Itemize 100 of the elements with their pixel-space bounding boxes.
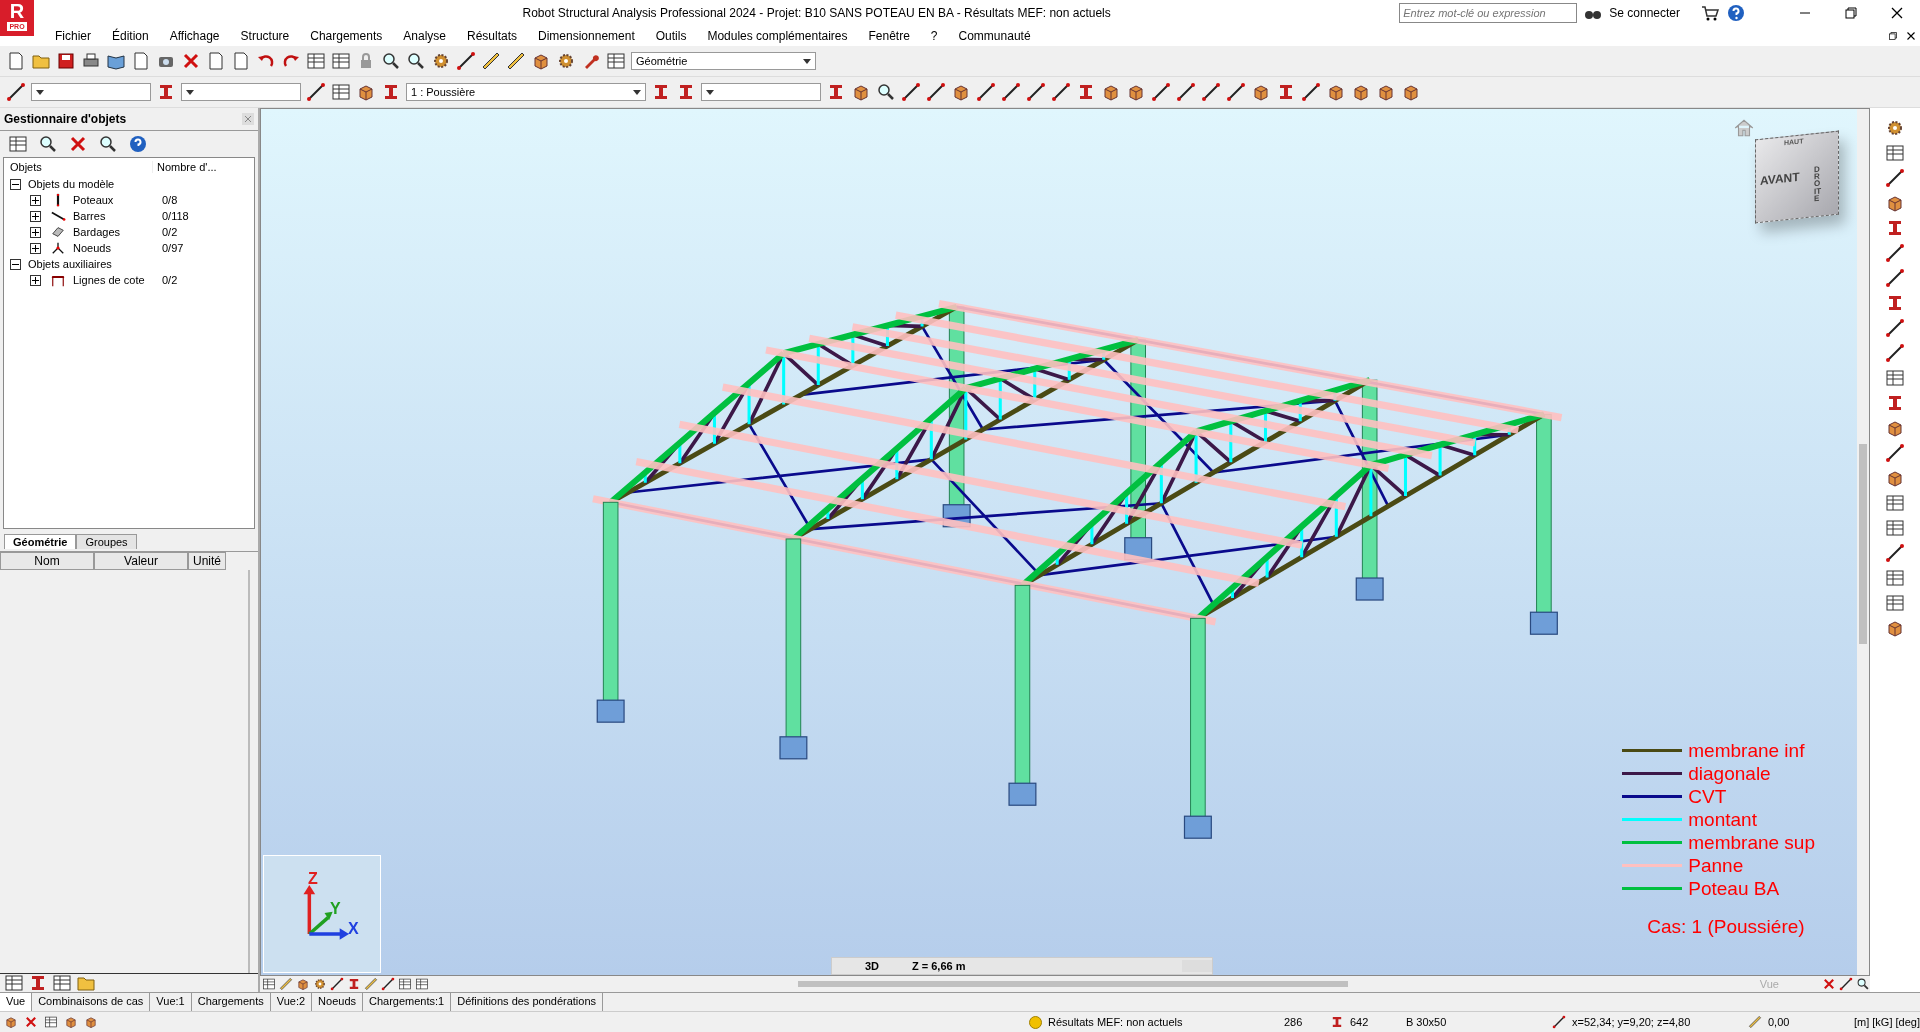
line-icon[interactable]	[456, 51, 476, 71]
tree-item[interactable]: Lignes de cote	[73, 274, 157, 286]
line-icon[interactable]	[976, 82, 996, 102]
ruler-icon[interactable]	[506, 51, 526, 71]
table-icon[interactable]	[1885, 143, 1905, 163]
cart-icon[interactable]	[1700, 3, 1720, 23]
line-icon[interactable]	[1885, 543, 1905, 563]
beam-icon[interactable]	[347, 977, 361, 991]
expand-icon[interactable]	[30, 274, 41, 286]
table-icon[interactable]	[606, 51, 626, 71]
help-icon[interactable]	[128, 134, 148, 154]
ruler-icon[interactable]	[481, 51, 501, 71]
tree-item[interactable]: Poteaux	[73, 194, 157, 206]
collapse-icon[interactable]	[10, 178, 21, 190]
tree-item[interactable]: Noeuds	[73, 242, 157, 254]
gear-icon[interactable]	[556, 51, 576, 71]
cross-icon[interactable]	[181, 51, 201, 71]
magnifier-icon[interactable]	[98, 134, 118, 154]
line-icon[interactable]	[926, 82, 946, 102]
line-icon[interactable]	[1839, 977, 1853, 991]
cross-icon[interactable]	[68, 134, 88, 154]
tree-item[interactable]: Objets du modèle	[28, 178, 115, 190]
cube-face-label[interactable]: DROITE	[1814, 165, 1822, 203]
line-icon[interactable]	[1001, 82, 1021, 102]
table-icon[interactable]	[1885, 593, 1905, 613]
menu-item[interactable]: Résultats	[456, 29, 527, 43]
line-icon[interactable]	[1051, 82, 1071, 102]
table-icon[interactable]	[331, 82, 351, 102]
menu-item[interactable]: Édition	[101, 29, 159, 43]
gear-icon[interactable]	[313, 977, 327, 991]
line-icon[interactable]	[901, 82, 921, 102]
table-icon[interactable]	[8, 134, 28, 154]
tree-item[interactable]: Bardages	[73, 226, 157, 238]
table-icon[interactable]	[1885, 518, 1905, 538]
expand-icon[interactable]	[30, 194, 41, 206]
document-icon[interactable]	[131, 51, 151, 71]
column-header[interactable]: Valeur	[94, 552, 188, 570]
magnifier-icon[interactable]	[38, 134, 58, 154]
column-header[interactable]: Unité	[188, 552, 226, 570]
tree-item[interactable]: Barres	[73, 210, 157, 222]
menu-item[interactable]: Outils	[644, 29, 697, 43]
tree-item[interactable]: Objets auxiliaires	[28, 258, 112, 270]
load-case-dropdown[interactable]: 1 : Poussière	[406, 83, 646, 101]
column-header[interactable]: Nombre d'...	[152, 161, 225, 173]
line-icon[interactable]	[1201, 82, 1221, 102]
menu-item[interactable]: Analyse	[392, 29, 456, 43]
magnifier-icon[interactable]	[381, 51, 401, 71]
line-icon[interactable]	[1301, 82, 1321, 102]
line-icon[interactable]	[306, 82, 326, 102]
cube-icon[interactable]	[84, 1015, 98, 1029]
table-icon[interactable]	[262, 977, 276, 991]
cube-icon[interactable]	[296, 977, 310, 991]
document-icon[interactable]	[231, 51, 251, 71]
help-icon[interactable]	[1726, 3, 1746, 23]
menu-item[interactable]: Modules complémentaires	[696, 29, 858, 43]
line-icon[interactable]	[330, 977, 344, 991]
gear-icon[interactable]	[1885, 118, 1905, 138]
magnifier-icon[interactable]	[1856, 977, 1870, 991]
expand-icon[interactable]	[30, 226, 41, 238]
home-icon[interactable]	[1733, 117, 1755, 139]
line-icon[interactable]	[6, 82, 26, 102]
line-icon[interactable]	[1885, 268, 1905, 288]
cube-face-label[interactable]: AVANT	[1760, 169, 1800, 188]
table-icon[interactable]	[306, 51, 326, 71]
line-icon[interactable]	[1885, 243, 1905, 263]
table-icon[interactable]	[331, 51, 351, 71]
gear-icon[interactable]	[431, 51, 451, 71]
line-icon[interactable]	[1226, 82, 1246, 102]
menu-item[interactable]: Fichier	[44, 29, 101, 43]
menu-item[interactable]: Dimensionnement	[527, 29, 645, 43]
search-field[interactable]: Entrez mot-clé ou expression	[1399, 3, 1578, 23]
dropdown[interactable]	[701, 83, 821, 101]
table-icon[interactable]	[415, 977, 429, 991]
cross-icon[interactable]	[1822, 977, 1836, 991]
table-icon[interactable]	[1885, 368, 1905, 388]
menu-item[interactable]: Structure	[229, 29, 300, 43]
table-icon[interactable]	[1885, 568, 1905, 588]
line-icon[interactable]	[1885, 318, 1905, 338]
document-icon[interactable]	[206, 51, 226, 71]
view-tab[interactable]: Vue	[0, 993, 33, 1011]
collapse-icon[interactable]	[10, 258, 21, 270]
panel-tab[interactable]: Géométrie	[4, 534, 77, 549]
table-icon[interactable]	[1885, 493, 1905, 513]
line-icon[interactable]	[1551, 1015, 1566, 1029]
dropdown[interactable]	[31, 83, 151, 101]
menu-item[interactable]: Chargements	[299, 29, 393, 43]
line-icon[interactable]	[1885, 443, 1905, 463]
cross-icon[interactable]	[24, 1015, 38, 1029]
line-icon[interactable]	[1176, 82, 1196, 102]
line-icon[interactable]	[1026, 82, 1046, 102]
column-header[interactable]: Nom	[0, 552, 94, 570]
magnifier-icon[interactable]	[406, 51, 426, 71]
table-icon[interactable]	[398, 977, 412, 991]
table-icon[interactable]	[44, 1015, 58, 1029]
cube-icon[interactable]	[64, 1015, 78, 1029]
menu-item[interactable]: Communauté	[947, 29, 1041, 43]
dropdown[interactable]	[181, 83, 301, 101]
sign-in-link[interactable]: Se connecter	[1609, 6, 1680, 20]
cube-icon[interactable]	[4, 1015, 18, 1029]
expand-icon[interactable]	[30, 242, 41, 254]
